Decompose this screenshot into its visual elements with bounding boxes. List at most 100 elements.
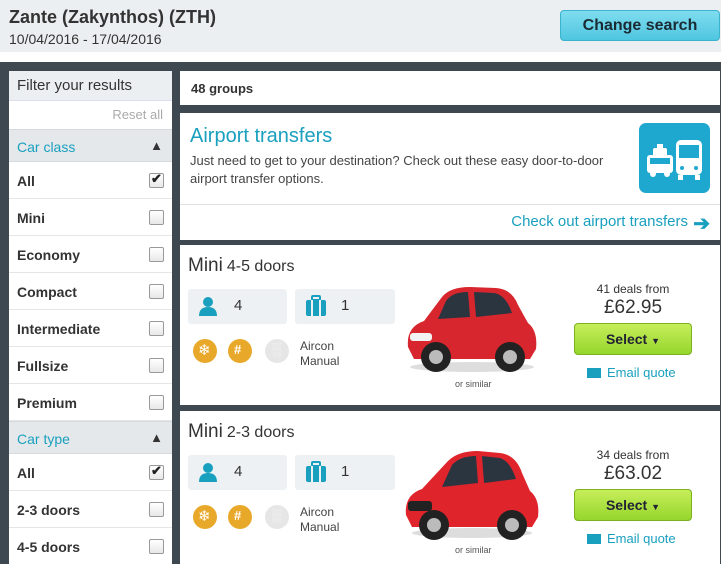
filter-option-fullsize[interactable]: Fullsize [9, 347, 172, 384]
checkbox[interactable] [149, 463, 164, 480]
deals-count: 41 deals from [596, 282, 670, 296]
car-name: Mini 4-5 doors [188, 255, 294, 277]
airport-transfers-banner: Airport transfers Just need to get to yo… [180, 113, 720, 240]
search-summary-header: Zante (Zakynthos) (ZTH) 10/04/2016 - 17/… [0, 0, 721, 52]
or-similar-label: or similar [455, 379, 492, 389]
deals-count: 34 deals from [596, 448, 670, 462]
suitcase-icon [306, 295, 326, 316]
select-button[interactable]: Select ▼ [574, 489, 692, 521]
bags-count: 1 [341, 463, 350, 480]
email-quote-link[interactable]: Email quote [587, 531, 676, 546]
transfer-description: Just need to get to your destination? Ch… [190, 153, 604, 186]
filter-option-4-5-doors[interactable]: 4-5 doors [9, 528, 172, 564]
destination-title: Zante (Zakynthos) (ZTH) [9, 7, 216, 27]
checkbox[interactable] [149, 210, 164, 225]
seat-icon: ░ [265, 505, 289, 529]
passengers-count: 4 [234, 463, 243, 480]
option-label: All [17, 465, 35, 481]
person-icon [199, 297, 217, 316]
email-quote-label: Email quote [607, 365, 676, 380]
car-result-card: Mini 4-5 doors 4 1 ❄ # ░ Aircon Manual or … [180, 245, 720, 405]
checkbox[interactable] [149, 171, 164, 188]
car-type-title: Car type [17, 431, 70, 447]
filter-option-2-3-doors[interactable]: 2-3 doors [9, 491, 172, 528]
filter-option-all[interactable]: All [9, 162, 172, 199]
email-quote-label: Email quote [607, 531, 676, 546]
checkbox[interactable] [149, 247, 164, 262]
checkbox[interactable] [149, 284, 164, 299]
car-result-card: Mini 2-3 doors 4 1 ❄ # ░ Aircon Manual or … [180, 411, 720, 564]
feature-aircon: Aircon [300, 505, 335, 519]
date-range: 10/04/2016 - 17/04/2016 [9, 31, 162, 47]
select-label: Select [605, 331, 648, 347]
passengers-count: 4 [234, 297, 243, 314]
groups-count: 48 groups [180, 71, 720, 105]
feature-manual: Manual [300, 520, 340, 534]
option-label: All [17, 173, 35, 189]
passengers-spec: 4 [188, 289, 287, 324]
car-class-section-header[interactable]: Car class ▲ [9, 129, 172, 162]
envelope-icon [587, 534, 601, 544]
aircon-icon: ❄ [193, 339, 217, 363]
car-doors: 2-3 doors [226, 424, 295, 441]
reset-all-link[interactable]: Reset all [9, 101, 172, 129]
taxi-bus-icon [639, 123, 710, 193]
option-label: Economy [17, 247, 81, 263]
bags-spec: 1 [295, 289, 395, 324]
bags-spec: 1 [295, 455, 395, 490]
checkbox[interactable] [149, 321, 164, 336]
airport-transfers-link[interactable]: Check out airport transfers [511, 213, 688, 230]
option-label: Intermediate [17, 321, 101, 337]
manual-gearbox-icon: # [228, 505, 252, 529]
suitcase-icon [306, 461, 326, 482]
features-text: Aircon Manual [300, 505, 339, 535]
arrow-right-icon[interactable]: ➔ [693, 211, 710, 236]
filter-option-economy[interactable]: Economy [9, 236, 172, 273]
filter-option-mini[interactable]: Mini [9, 199, 172, 236]
bags-count: 1 [341, 297, 350, 314]
divider [180, 204, 720, 205]
caret-down-icon: ▼ [651, 502, 661, 512]
checkbox[interactable] [149, 395, 164, 410]
features-text: Aircon Manual [300, 339, 339, 369]
price: £63.02 [603, 463, 663, 484]
passengers-spec: 4 [188, 455, 287, 490]
option-label: Mini [17, 210, 45, 226]
filter-option-compact[interactable]: Compact [9, 273, 172, 310]
chevron-up-icon: ▲ [150, 138, 163, 153]
transfer-title: Airport transfers [190, 125, 333, 147]
person-icon [199, 463, 217, 482]
option-label: Premium [17, 395, 77, 411]
chevron-up-icon: ▲ [150, 430, 163, 445]
filter-option-intermediate[interactable]: Intermediate [9, 310, 172, 347]
change-search-button[interactable]: Change search [560, 10, 720, 41]
car-image [407, 287, 537, 372]
filter-title: Filter your results [9, 71, 172, 101]
car-class-title: Car class [17, 139, 76, 155]
email-quote-link[interactable]: Email quote [587, 365, 676, 380]
filter-option-premium[interactable]: Premium [9, 384, 172, 421]
car-type-section-header[interactable]: Car type ▲ [9, 421, 172, 454]
feature-manual: Manual [300, 354, 340, 368]
checkbox[interactable] [149, 358, 164, 373]
or-similar-label: or similar [455, 545, 492, 555]
filter-sidebar: Filter your results Reset all Car class … [9, 71, 172, 564]
car-doors: 4-5 doors [226, 258, 295, 275]
option-label: 2-3 doors [17, 502, 81, 518]
price: £62.95 [603, 297, 663, 318]
filter-option-type-all[interactable]: All [9, 454, 172, 491]
option-label: Fullsize [17, 358, 69, 374]
aircon-icon: ❄ [193, 505, 217, 529]
checkbox[interactable] [149, 502, 164, 517]
envelope-icon [587, 368, 601, 378]
car-class: Mini [188, 255, 223, 276]
select-label: Select [605, 497, 648, 513]
select-button[interactable]: Select ▼ [574, 323, 692, 355]
option-label: Compact [17, 284, 77, 300]
seat-icon: ░ [265, 339, 289, 363]
car-name: Mini 2-3 doors [188, 421, 294, 443]
option-label: 4-5 doors [17, 539, 81, 555]
manual-gearbox-icon: # [228, 339, 252, 363]
checkbox[interactable] [149, 539, 164, 554]
caret-down-icon: ▼ [651, 336, 661, 346]
